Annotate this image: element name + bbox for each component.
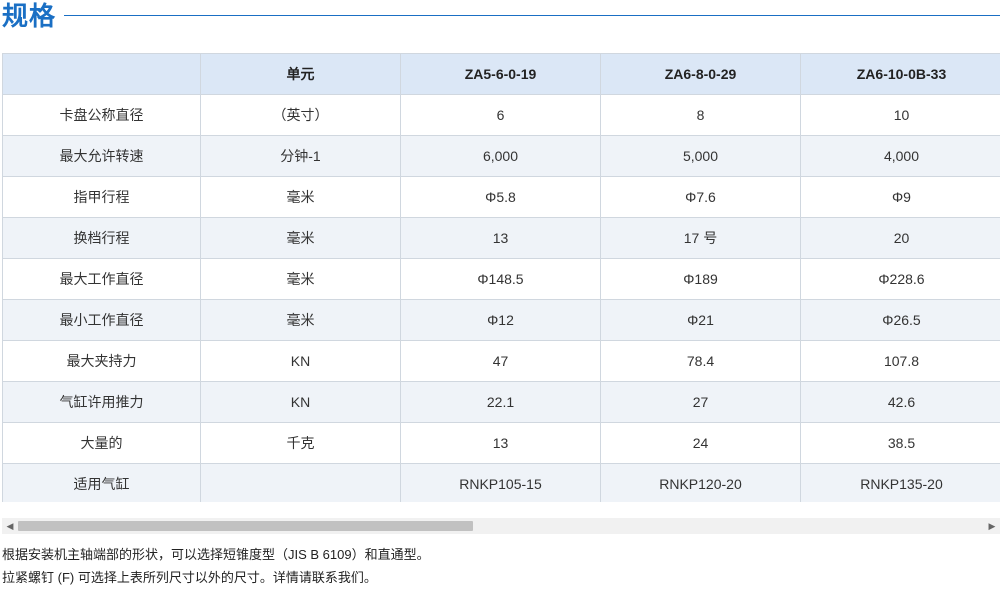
value-cell: RNKP135-20 [800,463,1000,502]
value-cell: Φ7.6 [600,176,801,218]
unit-cell: 毫米 [200,258,401,300]
arrow-right-icon[interactable]: ▶ [984,518,1000,534]
unit-cell: 分钟-1 [200,135,401,177]
header-cell-unit: 单元 [200,53,401,95]
value-cell: 42.6 [800,381,1000,423]
header-cell-model-1: ZA5-6-0-19 [400,53,601,95]
value-cell: 38.5 [800,422,1000,464]
footnote: 拉紧螺钉 (F) 可选择上表所列尺寸以外的尺寸。详情请联系我们。 [2,570,377,585]
footnote: 根据安装机主轴端部的形状，可以选择短锥度型（JIS B 6109）和直通型。 [2,547,430,562]
spec-table-container: 单元 ZA5-6-0-19 ZA6-8-0-29 ZA6-10-0B-33 卡盘… [2,53,1000,502]
row-label-cell: 气缸许用推力 [2,381,201,423]
table-row: 最大工作直径 毫米 Φ148.5 Φ189 Φ228.6 [2,258,1000,300]
value-cell: 107.8 [800,340,1000,382]
value-cell: 78.4 [600,340,801,382]
table-row: 卡盘公称直径 （英寸） 6 8 10 [2,94,1000,136]
value-cell: Φ5.8 [400,176,601,218]
row-label-cell: 最大允许转速 [2,135,201,177]
value-cell: Φ21 [600,299,801,341]
value-cell: 5,000 [600,135,801,177]
value-cell: 6 [400,94,601,136]
value-cell: Φ148.5 [400,258,601,300]
value-cell: 17 号 [600,217,801,259]
horizontal-scrollbar[interactable]: ◀ ▶ [2,518,1000,534]
title-divider [64,15,1000,16]
header-cell-model-2: ZA6-8-0-29 [600,53,801,95]
row-label-cell: 指甲行程 [2,176,201,218]
table-row: 最大允许转速 分钟-1 6,000 5,000 4,000 [2,135,1000,177]
row-label-cell: 卡盘公称直径 [2,94,201,136]
row-label-cell: 最大工作直径 [2,258,201,300]
unit-cell: 毫米 [200,217,401,259]
value-cell: 13 [400,217,601,259]
value-cell: 27 [600,381,801,423]
spec-table: 单元 ZA5-6-0-19 ZA6-8-0-29 ZA6-10-0B-33 卡盘… [2,53,1000,502]
row-label-cell: 最大夹持力 [2,340,201,382]
unit-cell: KN [200,340,401,382]
unit-cell: （英寸） [200,94,401,136]
value-cell: Φ228.6 [800,258,1000,300]
table-row: 最大夹持力 KN 47 78.4 107.8 [2,340,1000,382]
value-cell: 24 [600,422,801,464]
value-cell: Φ12 [400,299,601,341]
row-label-cell: 最小工作直径 [2,299,201,341]
unit-cell: KN [200,381,401,423]
table-row: 最小工作直径 毫米 Φ12 Φ21 Φ26.5 [2,299,1000,341]
table-row: 适用气缸 RNKP105-15 RNKP120-20 RNKP135-20 [2,463,1000,502]
unit-cell: 毫米 [200,299,401,341]
value-cell: 22.1 [400,381,601,423]
value-cell: Φ9 [800,176,1000,218]
row-label-cell: 换档行程 [2,217,201,259]
value-cell: RNKP120-20 [600,463,801,502]
row-label-cell: 适用气缸 [2,463,201,502]
section-header: 规格 [0,0,1004,36]
table-header-row: 单元 ZA5-6-0-19 ZA6-8-0-29 ZA6-10-0B-33 [2,53,1000,95]
footnotes: 根据安装机主轴端部的形状，可以选择短锥度型（JIS B 6109）和直通型。 拉… [2,543,430,589]
value-cell: 10 [800,94,1000,136]
row-label-cell: 大量的 [2,422,201,464]
value-cell: 13 [400,422,601,464]
value-cell: 6,000 [400,135,601,177]
value-cell: Φ26.5 [800,299,1000,341]
value-cell: 4,000 [800,135,1000,177]
table-row: 气缸许用推力 KN 22.1 27 42.6 [2,381,1000,423]
value-cell: 8 [600,94,801,136]
table-row: 换档行程 毫米 13 17 号 20 [2,217,1000,259]
section-title: 规格 [2,2,57,32]
table-row: 指甲行程 毫米 Φ5.8 Φ7.6 Φ9 [2,176,1000,218]
unit-cell: 毫米 [200,176,401,218]
table-row: 大量的 千克 13 24 38.5 [2,422,1000,464]
value-cell: Φ189 [600,258,801,300]
header-cell-model-3: ZA6-10-0B-33 [800,53,1000,95]
unit-cell: 千克 [200,422,401,464]
value-cell: 20 [800,217,1000,259]
value-cell: RNKP105-15 [400,463,601,502]
unit-cell [200,463,401,502]
scrollbar-thumb[interactable] [18,521,473,531]
arrow-left-icon[interactable]: ◀ [2,518,18,534]
header-cell-item [2,53,201,95]
value-cell: 47 [400,340,601,382]
